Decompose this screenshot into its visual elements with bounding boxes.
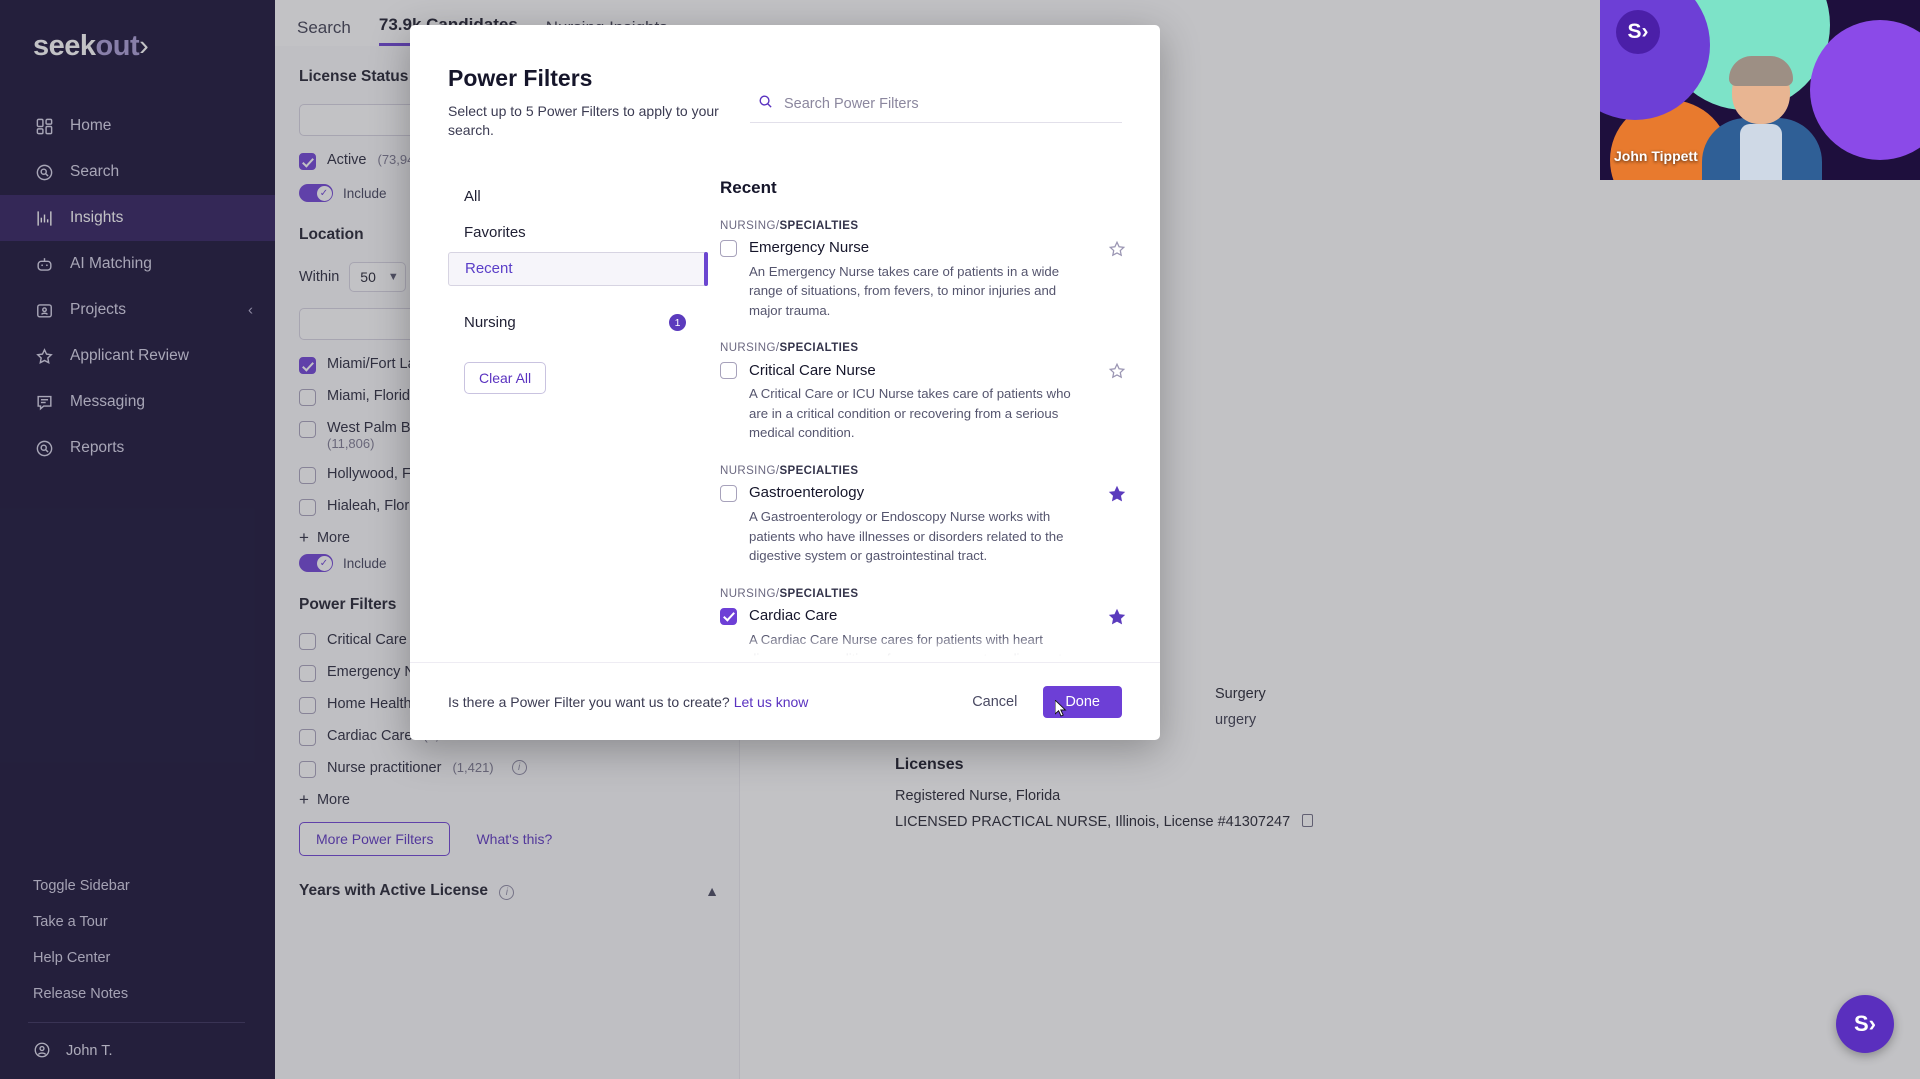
power-filters-list[interactable]: Recent NURSING/SPECIALTIES Emergency Nur…	[710, 160, 1160, 662]
power-filters-modal: Power Filters Select up to 5 Power Filte…	[410, 25, 1160, 740]
cancel-button[interactable]: Cancel	[972, 694, 1017, 710]
category-bold: SPECIALTIES	[779, 588, 858, 600]
category-prefix: NURSING/	[720, 588, 779, 600]
checkbox[interactable]	[720, 608, 737, 625]
checkbox[interactable]	[720, 240, 737, 257]
let-us-know-link[interactable]: Let us know	[734, 694, 809, 710]
item-name: Critical Care Nurse	[749, 362, 876, 379]
mouse-cursor-icon	[1055, 700, 1067, 717]
category-bold: SPECIALTIES	[779, 342, 858, 354]
category-prefix: NURSING/	[720, 220, 779, 232]
list-item[interactable]: NURSING/SPECIALTIES Cardiac Care A Cardi…	[720, 588, 1140, 662]
item-description: A Cardiac Care Nurse cares for patients …	[749, 630, 1071, 662]
list-heading: Recent	[720, 178, 1140, 198]
category-prefix: NURSING/	[720, 465, 779, 477]
favorite-star-icon[interactable]	[1108, 608, 1126, 626]
checkbox[interactable]	[720, 362, 737, 379]
footer-actions: Cancel Done	[972, 686, 1122, 718]
presenter-name: John Tippett	[1600, 148, 1698, 164]
modal-subtitle: Select up to 5 Power Filters to apply to…	[448, 102, 728, 140]
item-name: Gastroenterology	[749, 484, 864, 501]
modal-nav-all[interactable]: All	[448, 180, 708, 214]
favorite-star-icon[interactable]	[1108, 240, 1126, 258]
modal-nav-nursing[interactable]: Nursing 1	[448, 306, 708, 340]
item-description: A Critical Care or ICU Nurse takes care …	[749, 384, 1071, 443]
search-input[interactable]	[784, 96, 1114, 112]
item-row[interactable]: Cardiac Care	[720, 607, 1094, 625]
item-category: NURSING/SPECIALTIES	[720, 220, 1094, 232]
checkbox[interactable]	[720, 485, 737, 502]
item-name: Cardiac Care	[749, 607, 837, 624]
presenter-avatar	[1696, 60, 1826, 180]
list-item[interactable]: NURSING/SPECIALTIES Emergency Nurse An E…	[720, 220, 1140, 321]
modal-nav-label: Recent	[465, 260, 513, 277]
power-filters-search[interactable]	[750, 85, 1122, 123]
modal-nav-label: All	[464, 188, 481, 205]
presenter-shirt	[1740, 124, 1782, 180]
list-item[interactable]: NURSING/SPECIALTIES Critical Care Nurse …	[720, 342, 1140, 443]
modal-footer: Is there a Power Filter you want us to c…	[410, 662, 1160, 740]
presenter-hair	[1729, 56, 1793, 86]
item-row[interactable]: Critical Care Nurse	[720, 361, 1094, 379]
item-name: Emergency Nurse	[749, 239, 869, 256]
nursing-count-badge: 1	[669, 314, 686, 331]
item-category: NURSING/SPECIALTIES	[720, 588, 1094, 600]
favorite-star-icon[interactable]	[1108, 485, 1126, 503]
category-bold: SPECIALTIES	[779, 220, 858, 232]
list-item[interactable]: NURSING/SPECIALTIES Gastroenterology A G…	[720, 465, 1140, 566]
pip-logo: S›	[1616, 10, 1660, 54]
item-category: NURSING/SPECIALTIES	[720, 465, 1094, 477]
modal-title: Power Filters	[448, 65, 728, 92]
modal-body: All Favorites Recent Nursing 1 Clear All…	[410, 140, 1160, 662]
item-row[interactable]: Emergency Nurse	[720, 239, 1094, 257]
search-icon	[758, 94, 773, 114]
footer-question-text: Is there a Power Filter you want us to c…	[448, 694, 730, 710]
item-row[interactable]: Gastroenterology	[720, 484, 1094, 502]
support-fab-button[interactable]: S›	[1836, 995, 1894, 1053]
done-button[interactable]: Done	[1043, 686, 1122, 718]
category-bold: SPECIALTIES	[779, 465, 858, 477]
modal-nav-recent[interactable]: Recent	[448, 252, 708, 286]
clear-all-button[interactable]: Clear All	[464, 362, 546, 394]
modal-category-nav: All Favorites Recent Nursing 1 Clear All	[410, 160, 710, 662]
webcam-overlay: S› John Tippett	[1600, 0, 1920, 180]
favorite-star-icon[interactable]	[1108, 362, 1126, 380]
modal-nav-favorites[interactable]: Favorites	[448, 216, 708, 250]
footer-question: Is there a Power Filter you want us to c…	[448, 694, 808, 710]
category-prefix: NURSING/	[720, 342, 779, 354]
done-label: Done	[1065, 694, 1100, 710]
item-description: An Emergency Nurse takes care of patient…	[749, 262, 1071, 321]
modal-nav-label: Nursing	[464, 314, 516, 331]
modal-nav-label: Favorites	[464, 224, 526, 241]
modal-header: Power Filters Select up to 5 Power Filte…	[410, 25, 1160, 140]
nav-spacer	[448, 288, 710, 306]
item-description: A Gastroenterology or Endoscopy Nurse wo…	[749, 507, 1071, 566]
item-category: NURSING/SPECIALTIES	[720, 342, 1094, 354]
